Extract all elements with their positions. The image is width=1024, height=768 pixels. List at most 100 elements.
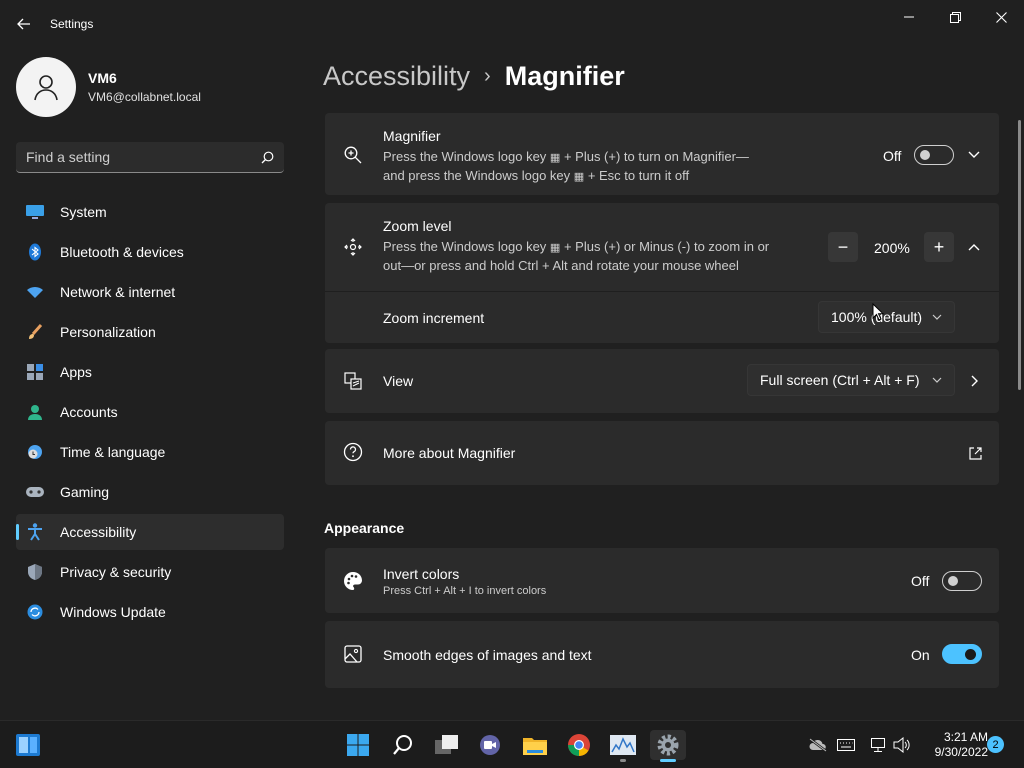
bluetooth-icon <box>26 243 44 261</box>
restore-button[interactable] <box>940 8 970 26</box>
resource-monitor-button[interactable] <box>607 730 639 762</box>
clock-date: 9/30/2022 <box>934 745 988 759</box>
teams-chat-button[interactable] <box>474 730 506 760</box>
system-clock[interactable]: 3:21 AM 9/30/2022 <box>920 730 988 760</box>
start-button[interactable] <box>342 730 374 760</box>
scrollbar[interactable] <box>1018 120 1021 390</box>
magnifier-title: Magnifier <box>383 128 441 144</box>
minimize-button[interactable] <box>894 8 924 26</box>
sidebar-item-system[interactable]: System <box>16 194 284 230</box>
avatar <box>16 57 76 117</box>
external-link-icon[interactable] <box>967 445 983 461</box>
zoom-value: 200% <box>874 240 910 256</box>
palette-icon <box>343 571 363 591</box>
clock-globe-icon <box>26 443 44 461</box>
invert-colors-card[interactable]: Invert colors Press Ctrl + Alt + I to in… <box>325 548 999 613</box>
more-about-label: More about Magnifier <box>383 445 516 461</box>
sidebar-item-accessibility[interactable]: Accessibility <box>16 514 284 550</box>
mouse-cursor-icon <box>872 303 884 321</box>
back-arrow-icon <box>17 18 30 30</box>
search-taskbar-button[interactable] <box>387 730 419 760</box>
appearance-heading: Appearance <box>324 520 405 536</box>
app-title: Settings <box>50 17 94 31</box>
chevron-up-icon[interactable] <box>966 239 982 255</box>
invert-colors-toggle[interactable] <box>942 571 982 591</box>
sidebar-item-bluetooth[interactable]: Bluetooth & devices <box>16 234 284 270</box>
zoom-increment-dropdown[interactable]: 100% (default) <box>818 301 955 333</box>
zoom-level-description: Press the Windows logo key ▦ + Plus (+) … <box>383 239 770 273</box>
search-input[interactable]: Find a setting <box>16 142 284 173</box>
sidebar-nav: System Bluetooth & devices Network & int… <box>16 194 284 634</box>
invert-colors-state-label: Off <box>911 573 930 589</box>
breadcrumb: Accessibility › Magnifier <box>323 58 625 94</box>
system-icon <box>26 203 44 221</box>
sidebar-item-gaming[interactable]: Gaming <box>16 474 284 510</box>
close-button[interactable] <box>986 8 1016 26</box>
page-title: Magnifier <box>504 60 625 91</box>
chat-icon <box>480 735 500 755</box>
profile-name: VM6 <box>88 70 117 86</box>
widgets-icon <box>16 734 40 756</box>
view-card[interactable]: View Full screen (Ctrl + Alt + F) <box>325 349 999 413</box>
sidebar-item-personalization[interactable]: Personalization <box>16 314 284 350</box>
performance-monitor-icon <box>610 735 636 755</box>
zoom-level-title: Zoom level <box>383 218 452 234</box>
title-bar: Settings <box>0 0 1024 48</box>
chevron-down-icon[interactable] <box>966 147 982 163</box>
sidebar-item-time-language[interactable]: Time & language <box>16 434 284 470</box>
sidebar-item-windows-update[interactable]: Windows Update <box>16 594 284 630</box>
windows-key-icon: ▦ <box>549 152 561 164</box>
magnifier-card[interactable]: Magnifier Press the Windows logo key ▦ +… <box>325 113 999 195</box>
chrome-button[interactable] <box>563 730 595 760</box>
accounts-icon <box>26 403 44 421</box>
back-button[interactable] <box>10 12 38 36</box>
magnifier-state-label: Off <box>883 148 902 164</box>
brush-icon <box>26 323 44 341</box>
update-icon <box>26 603 44 621</box>
zoom-out-button[interactable]: − <box>828 232 858 262</box>
view-label: View <box>383 373 414 389</box>
zoom-increment-label: Zoom increment <box>383 310 485 326</box>
breadcrumb-parent[interactable]: Accessibility <box>323 61 470 92</box>
taskbar: 3:21 AM 9/30/2022 <box>0 720 1024 768</box>
smooth-edges-toggle[interactable] <box>942 644 982 664</box>
invert-colors-title: Invert colors <box>383 566 460 582</box>
shield-icon <box>26 563 44 581</box>
profile-email: VM6@collabnet.local <box>88 90 201 104</box>
zoom-in-button[interactable]: + <box>924 232 954 262</box>
invert-colors-description: Press Ctrl + Alt + I to invert colors <box>383 585 547 597</box>
keyboard-icon[interactable] <box>836 735 856 755</box>
chrome-icon <box>568 734 590 756</box>
windows-logo-icon <box>347 734 369 756</box>
breadcrumb-separator: › <box>484 64 491 87</box>
task-view-button[interactable] <box>431 730 463 760</box>
view-dropdown[interactable]: Full screen (Ctrl + Alt + F) <box>747 364 955 396</box>
network-status-icon[interactable] <box>868 735 888 755</box>
onedrive-offline-icon[interactable] <box>808 735 828 755</box>
volume-icon[interactable] <box>892 735 912 755</box>
file-explorer-button[interactable] <box>519 730 551 760</box>
sidebar-item-accounts[interactable]: Accounts <box>16 394 284 430</box>
person-icon <box>34 75 58 101</box>
windows-key-icon: ▦ <box>549 242 561 254</box>
chevron-right-icon[interactable] <box>967 373 983 389</box>
zoom-level-card: Zoom level Press the Windows logo key ▦ … <box>325 203 999 343</box>
smooth-edges-card[interactable]: Smooth edges of images and text On <box>325 621 999 688</box>
apps-icon <box>26 363 44 381</box>
magnifier-description: Press the Windows logo key ▦ + Plus (+) … <box>383 149 749 183</box>
widgets-button[interactable] <box>12 730 44 760</box>
settings-taskbar-button[interactable] <box>650 730 686 762</box>
notification-badge[interactable]: 2 <box>987 736 1004 753</box>
view-mode-icon <box>343 371 363 391</box>
move-arrows-icon <box>343 237 363 257</box>
task-view-icon <box>435 735 458 754</box>
user-profile[interactable]: VM6 VM6@collabnet.local <box>16 57 201 117</box>
magnifier-toggle[interactable] <box>914 145 954 165</box>
gear-icon <box>657 734 679 756</box>
sidebar-item-privacy-security[interactable]: Privacy & security <box>16 554 284 590</box>
sidebar-item-network[interactable]: Network & internet <box>16 274 284 310</box>
gamepad-icon <box>26 483 44 501</box>
more-about-card[interactable]: More about Magnifier <box>325 421 999 485</box>
minimize-icon <box>904 16 914 18</box>
sidebar-item-apps[interactable]: Apps <box>16 354 284 390</box>
